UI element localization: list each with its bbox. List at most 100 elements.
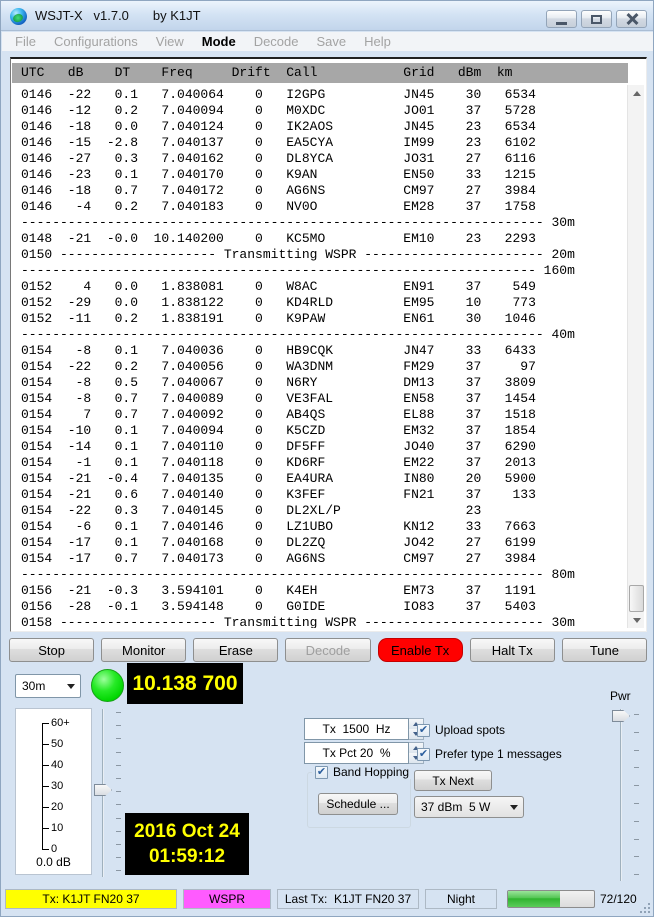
transmit-period-row[interactable]: 0158 -------------------- Transmitting W… (12, 615, 624, 628)
slider-tick (634, 856, 639, 857)
slider-tick (634, 714, 639, 715)
scroll-thumb[interactable] (629, 585, 644, 612)
band-select[interactable]: 30m (15, 674, 81, 698)
decode-row[interactable]: 0154 -8 0.5 7.040067 0 N6RY DM13 37 3809 (12, 375, 624, 391)
transmit-period-row[interactable]: 0150 -------------------- Transmitting W… (12, 247, 624, 263)
decode-row[interactable]: 0146 -12 0.2 7.040094 0 M0XDC JO01 37 57… (12, 103, 624, 119)
slider-thumb[interactable] (94, 784, 112, 796)
stop-button[interactable]: Stop (9, 638, 94, 662)
decode-button[interactable]: Decode (285, 638, 370, 662)
decode-row[interactable]: 0152 -29 0.0 1.838122 0 KD4RLD EM95 10 7… (12, 295, 624, 311)
band-hopping-label[interactable]: Band Hopping (333, 765, 409, 779)
monitor-button[interactable]: Monitor (101, 638, 186, 662)
prefer-type1-checkbox[interactable]: ✔ (417, 748, 430, 761)
meter-tick-label: 60+ (51, 717, 70, 729)
table-header: UTC dB DT Freq Drift Call Grid dBm km (12, 63, 628, 83)
upload-spots-checkbox[interactable]: ✔ (417, 724, 430, 737)
rx-gain-slider[interactable] (91, 707, 123, 879)
decode-row[interactable]: 0154 -14 0.1 7.040110 0 DF5FF JO40 37 62… (12, 439, 624, 455)
enable-tx-button[interactable]: Enable Tx (378, 638, 463, 662)
decode-row[interactable]: 0152 -11 0.2 1.838191 0 K9PAW EN61 30 10… (12, 311, 624, 327)
prefer-type1-label[interactable]: Prefer type 1 messages (435, 747, 562, 761)
decode-row[interactable]: 0154 -10 0.1 7.040094 0 K5CZD EM32 37 18… (12, 423, 624, 439)
upload-spots-label[interactable]: Upload spots (435, 723, 505, 737)
decode-row[interactable]: 0154 -22 0.2 7.040056 0 WA3DNM FM29 37 9… (12, 359, 624, 375)
minimize-button[interactable] (546, 10, 577, 28)
scroll-up-button[interactable] (628, 85, 645, 101)
decode-row[interactable]: 0154 -8 0.7 7.040089 0 VE3FAL EN58 37 14… (12, 391, 624, 407)
band-separator-row[interactable]: ----------------------------------------… (12, 263, 624, 279)
decode-row[interactable]: 0154 -8 0.1 7.040036 0 HB9CQK JN47 33 64… (12, 343, 624, 359)
tune-button[interactable]: Tune (562, 638, 647, 662)
band-separator-row[interactable]: ----------------------------------------… (12, 215, 624, 231)
band-separator-row[interactable]: ----------------------------------------… (12, 567, 624, 583)
decode-row[interactable]: 0154 -17 0.1 7.040168 0 DL2ZQ JO42 27 61… (12, 535, 624, 551)
close-button[interactable] (616, 10, 647, 28)
time-display: 01:59:12 (149, 846, 225, 868)
decode-row[interactable]: 0146 -4 0.2 7.040183 0 NV0O EM28 37 1758 (12, 199, 624, 215)
slider-tick (116, 831, 121, 832)
maximize-button[interactable] (581, 10, 612, 28)
menu-item-save[interactable]: Save (308, 34, 356, 49)
menu-item-mode[interactable]: Mode (193, 34, 245, 49)
menu-item-configurations[interactable]: Configurations (45, 34, 147, 49)
status-bar: Tx: K1JT FN20 37 WSPR Last Tx: K1JT FN20… (5, 887, 651, 911)
slider-thumb[interactable] (612, 710, 630, 722)
slider-tick (634, 732, 639, 733)
decode-row[interactable]: 0146 -18 0.0 7.040124 0 IK2AOS JN45 23 6… (12, 119, 624, 135)
decode-row[interactable]: 0156 -28 -0.1 3.594148 0 G0IDE IO83 37 5… (12, 599, 624, 615)
halt-tx-button[interactable]: Halt Tx (470, 638, 555, 662)
band-separator-row[interactable]: ----------------------------------------… (12, 327, 624, 343)
decode-row[interactable]: 0154 -21 -0.4 7.040135 0 EA4URA IN80 20 … (12, 471, 624, 487)
meter-tick-label: 40 (51, 759, 63, 771)
chevron-down-icon (510, 805, 518, 810)
erase-button[interactable]: Erase (193, 638, 278, 662)
table-rows[interactable]: 0146 -22 0.1 7.040064 0 I2GPG JN45 30 65… (12, 87, 624, 628)
tx-pct-spinbox[interactable]: Tx Pct 20 % (304, 742, 424, 764)
decode-row[interactable]: 0154 -6 0.1 7.040146 0 LZ1UBO KN12 33 76… (12, 519, 624, 535)
menu-item-help[interactable]: Help (355, 34, 400, 49)
decode-row[interactable]: 0156 -21 -0.3 3.594101 0 K4EH EM73 37 11… (12, 583, 624, 599)
app-icon (10, 8, 27, 25)
decode-row[interactable]: 0146 -15 -2.8 7.040137 0 EA5CYA IM99 23 … (12, 135, 624, 151)
slider-tick (116, 725, 121, 726)
decode-row[interactable]: 0146 -22 0.1 7.040064 0 I2GPG JN45 30 65… (12, 87, 624, 103)
pwr-slider[interactable] (607, 707, 639, 883)
maximize-icon (591, 15, 602, 24)
menu-item-view[interactable]: View (147, 34, 193, 49)
frequency-display: 10.138 700 (127, 663, 243, 704)
decode-row[interactable]: 0154 -17 0.7 7.040173 0 AG6NS CM97 27 39… (12, 551, 624, 567)
tx-pct-value[interactable]: Tx Pct 20 % (304, 742, 409, 764)
slider-tick (116, 738, 121, 739)
menu-item-file[interactable]: File (6, 34, 45, 49)
check-icon: ✔ (317, 766, 326, 777)
decode-row[interactable]: 0154 -1 0.1 7.040118 0 KD6RF EM22 37 201… (12, 455, 624, 471)
tx-frequency-value[interactable]: Tx 1500 Hz (304, 718, 409, 740)
decode-row[interactable]: 0146 -18 0.7 7.040172 0 AG6NS CM97 27 39… (12, 183, 624, 199)
schedule-button[interactable]: Schedule ... (318, 793, 398, 815)
table-scrollbar[interactable] (627, 85, 644, 628)
decode-row[interactable]: 0154 -21 0.6 7.040140 0 K3FEF FN21 37 13… (12, 487, 624, 503)
decode-row[interactable]: 0146 -23 0.1 7.040170 0 K9AN EN50 33 121… (12, 167, 624, 183)
titlebar: WSJT-X v1.7.0by K1JT (1, 1, 653, 31)
status-period: Night (425, 889, 497, 909)
window-title-author: by K1JT (153, 8, 201, 23)
tx-next-button[interactable]: Tx Next (414, 770, 492, 791)
decode-row[interactable]: 0152 4 0.0 1.838081 0 W8AC EN91 37 549 (12, 279, 624, 295)
menu-item-decode[interactable]: Decode (245, 34, 308, 49)
window-title: WSJT-X v1.7.0by K1JT (35, 8, 201, 23)
slider-tick (116, 712, 121, 713)
tx-power-select[interactable]: 37 dBm 5 W (414, 796, 524, 818)
slider-groove[interactable] (620, 709, 622, 881)
resize-grip[interactable] (640, 903, 650, 913)
signal-meter: 60+50403020100 0.0 dB (15, 708, 92, 875)
tx-frequency-spinbox[interactable]: Tx 1500 Hz (304, 718, 424, 740)
scroll-down-button[interactable] (628, 612, 645, 628)
band-hopping-checkbox[interactable]: ✔ (315, 766, 328, 779)
meter-tick-label: 20 (51, 801, 63, 813)
menu-bar: FileConfigurationsViewModeDecodeSaveHelp (2, 32, 654, 51)
decode-row[interactable]: 0154 7 0.7 7.040092 0 AB4QS EL88 37 1518 (12, 407, 624, 423)
decode-row[interactable]: 0148 -21 -0.0 10.140200 0 KC5MO EM10 23 … (12, 231, 624, 247)
decode-row[interactable]: 0146 -27 0.3 7.040162 0 DL8YCA JO31 27 6… (12, 151, 624, 167)
decode-row[interactable]: 0154 -22 0.3 7.040145 0 DL2XL/P 23 (12, 503, 624, 519)
